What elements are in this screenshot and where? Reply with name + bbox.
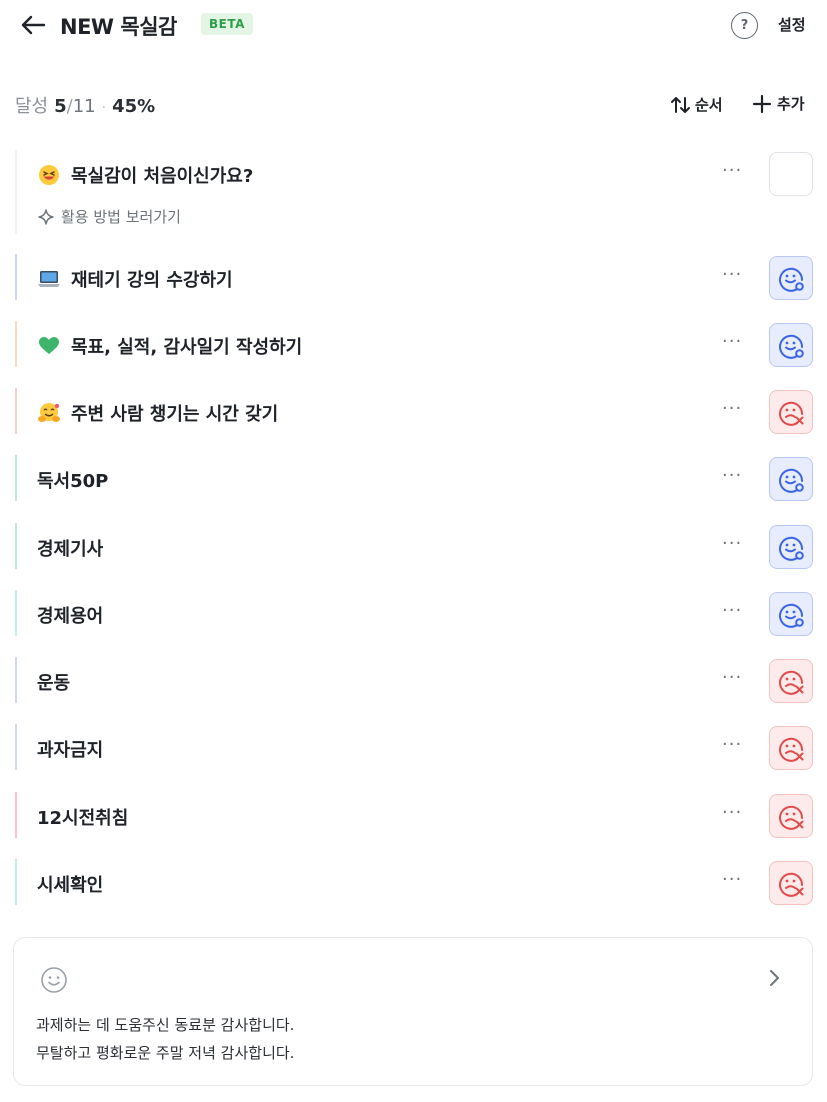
plus-icon (752, 94, 772, 113)
arrow-left-icon (21, 15, 46, 35)
top-bar: NEW 목실감 BETA ? 설정 (0, 0, 827, 52)
achievement-percent: 45% (112, 96, 156, 117)
more-button[interactable]: ··· (722, 398, 742, 419)
task-title: 재테기 강의 수강하기 (37, 266, 233, 292)
how-to-use-link[interactable]: 활용 방법 보러가기 (37, 206, 181, 227)
sad-x-icon (777, 734, 805, 762)
task-title-text: 시세확인 (37, 875, 104, 896)
task-title-text: 주변 사람 챙기는 시간 갖기 (71, 404, 279, 425)
task-title-text: 과자금지 (37, 740, 104, 761)
onboarding-guide: 목실감이 처음이신가요? 활용 방법 보러가기 ··· (15, 150, 815, 234)
achievement-summary: 달성 5/11 · 45% (15, 92, 155, 118)
laptop-icon (37, 268, 61, 290)
order-label: 순서 (695, 96, 723, 114)
task-row[interactable]: 12시전취침 ··· (15, 792, 815, 838)
status-success-toggle[interactable] (769, 525, 813, 569)
smile-check-icon (777, 533, 805, 561)
smile-check-icon (777, 264, 805, 292)
page-title: NEW 목실감 (60, 15, 177, 39)
achievement-label: 달성 (15, 96, 49, 117)
add-label: 추가 (777, 95, 805, 113)
task-title: 독서50P (37, 467, 108, 493)
more-button[interactable]: ··· (722, 264, 742, 285)
task-title-text: 12시전취침 (37, 808, 129, 829)
task-row[interactable]: 주변 사람 챙기는 시간 갖기 ··· (15, 388, 815, 434)
more-button[interactable]: ··· (722, 331, 742, 352)
status-fail-toggle[interactable] (769, 794, 813, 838)
gratitude-line: 과제하는 데 도움주신 동료분 감사합니다. (36, 1016, 295, 1034)
task-row[interactable]: 목표, 실적, 감사일기 작성하기 ··· (15, 321, 815, 367)
task-title-text: 재테기 강의 수강하기 (71, 270, 233, 291)
task-row[interactable]: 독서50P ··· (15, 455, 815, 501)
task-title: 목표, 실적, 감사일기 작성하기 (37, 333, 302, 359)
done-count: 5 (54, 96, 67, 117)
separator-dot: · (101, 100, 107, 116)
smile-check-icon (777, 465, 805, 493)
task-title: 경제기사 (37, 535, 103, 561)
task-title-text: 독서50P (37, 471, 109, 492)
achievement-count: 5/11 (54, 96, 96, 117)
green-heart-icon (37, 335, 61, 357)
sort-arrows-icon (671, 96, 690, 113)
back-button[interactable] (18, 10, 48, 40)
status-success-toggle[interactable] (769, 457, 813, 501)
smile-check-icon (777, 600, 805, 628)
task-row[interactable]: 시세확인 ··· (15, 859, 815, 905)
beta-badge: BETA (201, 13, 253, 35)
status-success-toggle[interactable] (769, 256, 813, 300)
hugging-face-icon (37, 402, 61, 424)
gratitude-card[interactable]: 과제하는 데 도움주신 동료분 감사합니다. 무탈하고 평화로운 주말 저녁 감… (13, 937, 813, 1086)
task-title: 시세확인 (37, 871, 103, 897)
more-button[interactable]: ··· (722, 869, 742, 890)
task-title-text: 운동 (37, 673, 71, 694)
total-count: 11 (72, 96, 96, 117)
task-title: 운동 (37, 669, 70, 695)
task-title: 과자금지 (37, 736, 103, 762)
guide-title: 목실감이 처음이신가요? (37, 162, 253, 188)
sad-x-icon (777, 802, 805, 830)
more-button[interactable]: ··· (722, 667, 742, 688)
status-success-toggle[interactable] (769, 323, 813, 367)
task-title: 12시전취침 (37, 804, 128, 830)
more-button[interactable]: ··· (722, 802, 742, 823)
more-button[interactable]: ··· (722, 160, 742, 181)
task-title: 경제용어 (37, 602, 103, 628)
task-title: 주변 사람 챙기는 시간 갖기 (37, 400, 278, 426)
sparkle-icon (38, 208, 54, 225)
smile-icon (41, 967, 67, 993)
help-button[interactable]: ? (731, 12, 758, 39)
how-to-use-label: 활용 방법 보러가기 (61, 208, 181, 226)
grinning-face-icon (37, 164, 61, 186)
status-fail-toggle[interactable] (769, 861, 813, 905)
status-toggle-empty[interactable] (769, 152, 813, 196)
task-row[interactable]: 과자금지 ··· (15, 724, 815, 770)
task-title-text: 경제기사 (37, 539, 104, 560)
sad-x-icon (777, 869, 805, 897)
gratitude-line: 무탈하고 평화로운 주말 저녁 감사합니다. (36, 1044, 295, 1062)
guide-title-text: 목실감이 처음이신가요? (71, 166, 254, 187)
task-title-text: 목표, 실적, 감사일기 작성하기 (71, 337, 303, 358)
smile-check-icon (777, 331, 805, 359)
more-button[interactable]: ··· (722, 734, 742, 755)
chevron-right-icon (770, 970, 779, 986)
status-success-toggle[interactable] (769, 592, 813, 636)
status-fail-toggle[interactable] (769, 390, 813, 434)
status-fail-toggle[interactable] (769, 726, 813, 770)
question-icon: ? (740, 18, 749, 33)
order-button[interactable]: 순서 (670, 94, 723, 115)
task-row[interactable]: 운동 ··· (15, 657, 815, 703)
sad-x-icon (777, 398, 805, 426)
sad-x-icon (777, 667, 805, 695)
status-fail-toggle[interactable] (769, 659, 813, 703)
more-button[interactable]: ··· (722, 600, 742, 621)
task-row[interactable]: 재테기 강의 수강하기 ··· (15, 254, 815, 300)
task-title-text: 경제용어 (37, 606, 104, 627)
task-row[interactable]: 경제용어 ··· (15, 590, 815, 636)
task-row[interactable]: 경제기사 ··· (15, 523, 815, 569)
more-button[interactable]: ··· (722, 465, 742, 486)
more-button[interactable]: ··· (722, 533, 742, 554)
add-button[interactable]: 추가 (752, 93, 805, 114)
settings-button[interactable]: 설정 (778, 14, 806, 35)
